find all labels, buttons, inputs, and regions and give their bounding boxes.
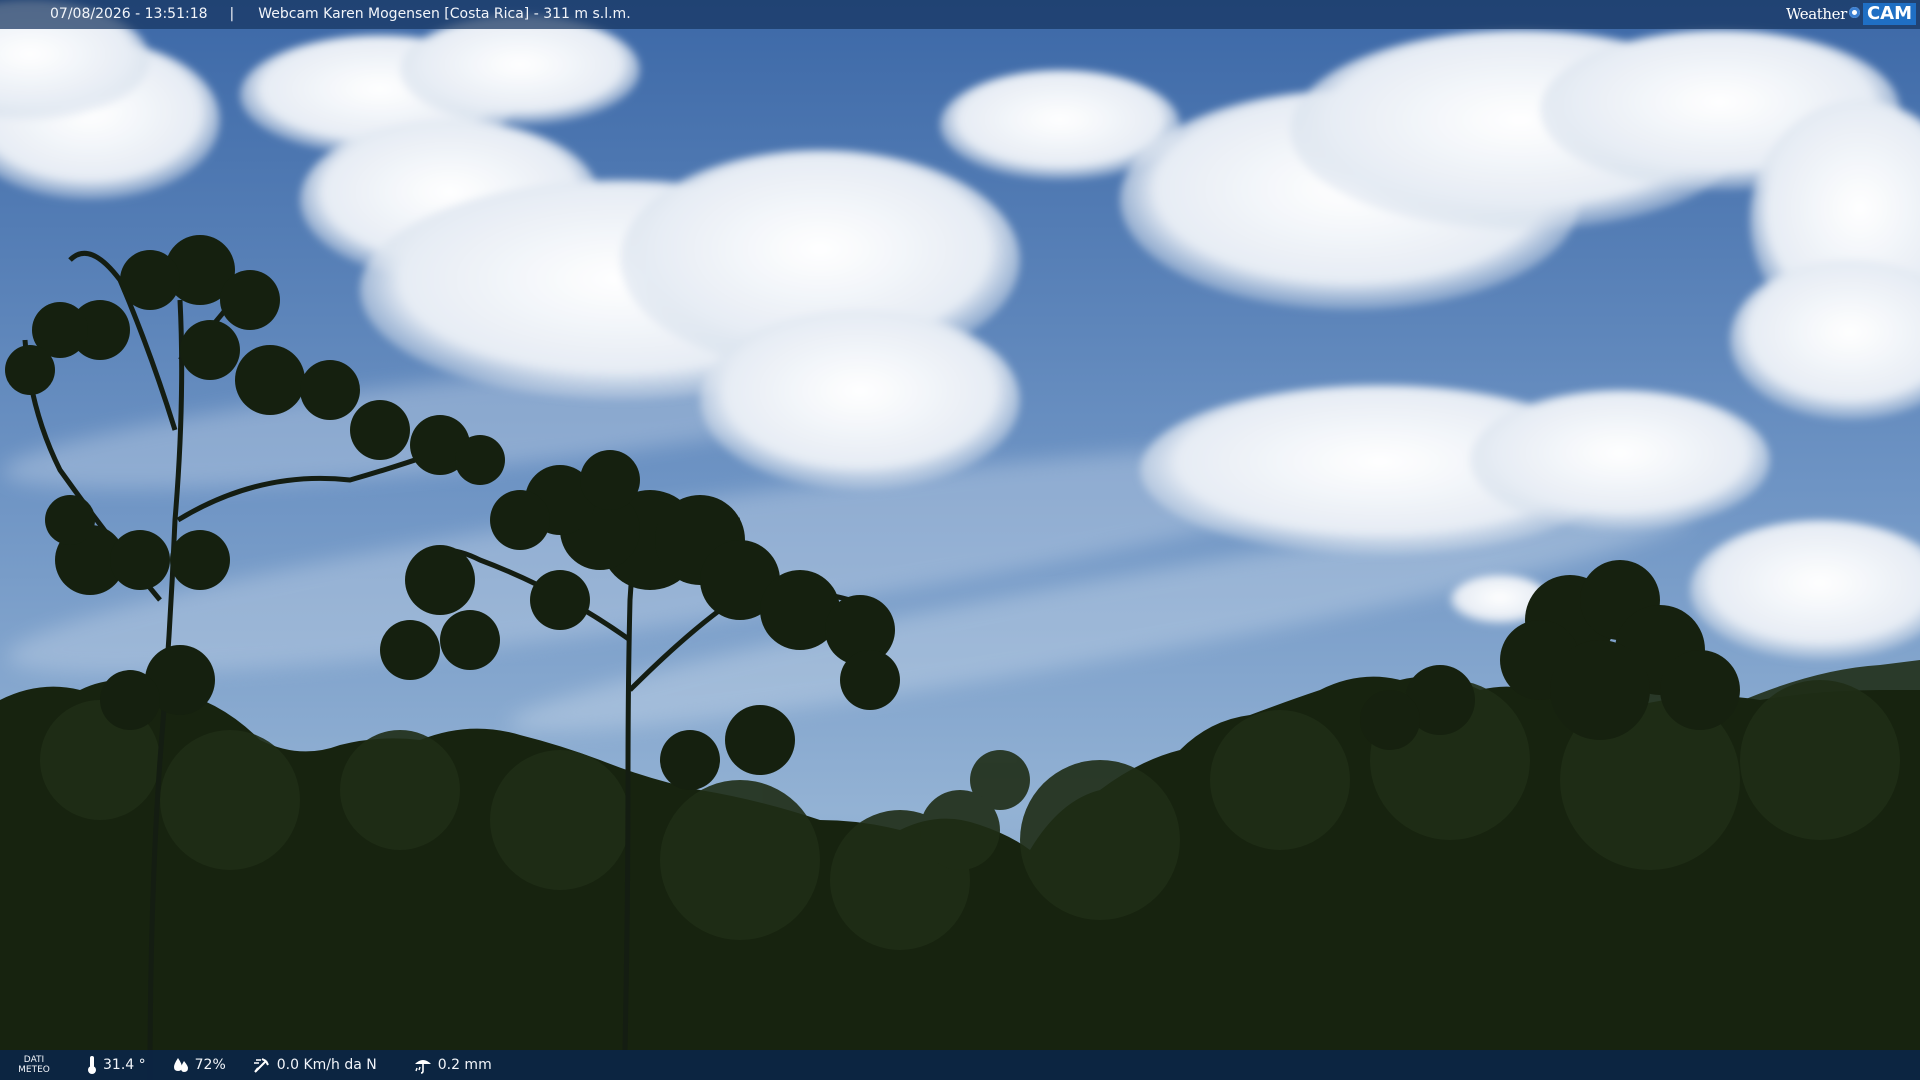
logo-dot-icon (1848, 6, 1860, 18)
webcam-scene (0, 0, 1920, 1080)
logo-weather-text: Weather (1785, 5, 1847, 23)
weather-data-bar: DATI METEO 31.4 ° 72% 0.0 Km/h da N 0.2 … (0, 1050, 1920, 1080)
rain-gauge-icon (414, 1060, 431, 1074)
dati-label: DATI (23, 1055, 45, 1065)
webcam-title: Webcam Karen Mogensen [Costa Rica] - 311… (258, 6, 631, 22)
rain-value: 0.2 mm (437, 1057, 492, 1073)
wind-value: 0.0 Km/h da N (276, 1057, 377, 1073)
logo-cam-text: CAM (1862, 3, 1916, 25)
humidity-drop-icon (173, 1058, 188, 1072)
wind-stat: 0.0 Km/h da N (252, 1055, 377, 1075)
rain-stat: 0.2 mm (413, 1055, 492, 1075)
title-separator: | (229, 6, 235, 22)
humidity-stat: 72% (172, 1056, 226, 1074)
meteo-label: METEO (18, 1065, 50, 1075)
thermometer-icon (88, 1056, 96, 1074)
wind-vane-icon (253, 1058, 269, 1073)
temperature-stat: 31.4 ° (86, 1055, 146, 1075)
weathercam-logo: Weather CAM (1786, 3, 1916, 25)
temperature-value: 31.4 ° (103, 1057, 146, 1073)
humidity-value: 72% (194, 1057, 226, 1073)
top-overlay-bar: 07/08/2026 - 13:51:18 | Webcam Karen Mog… (0, 0, 1920, 29)
dati-meteo-label: DATI METEO (8, 1055, 60, 1075)
timestamp: 07/08/2026 - 13:51:18 (50, 6, 208, 22)
